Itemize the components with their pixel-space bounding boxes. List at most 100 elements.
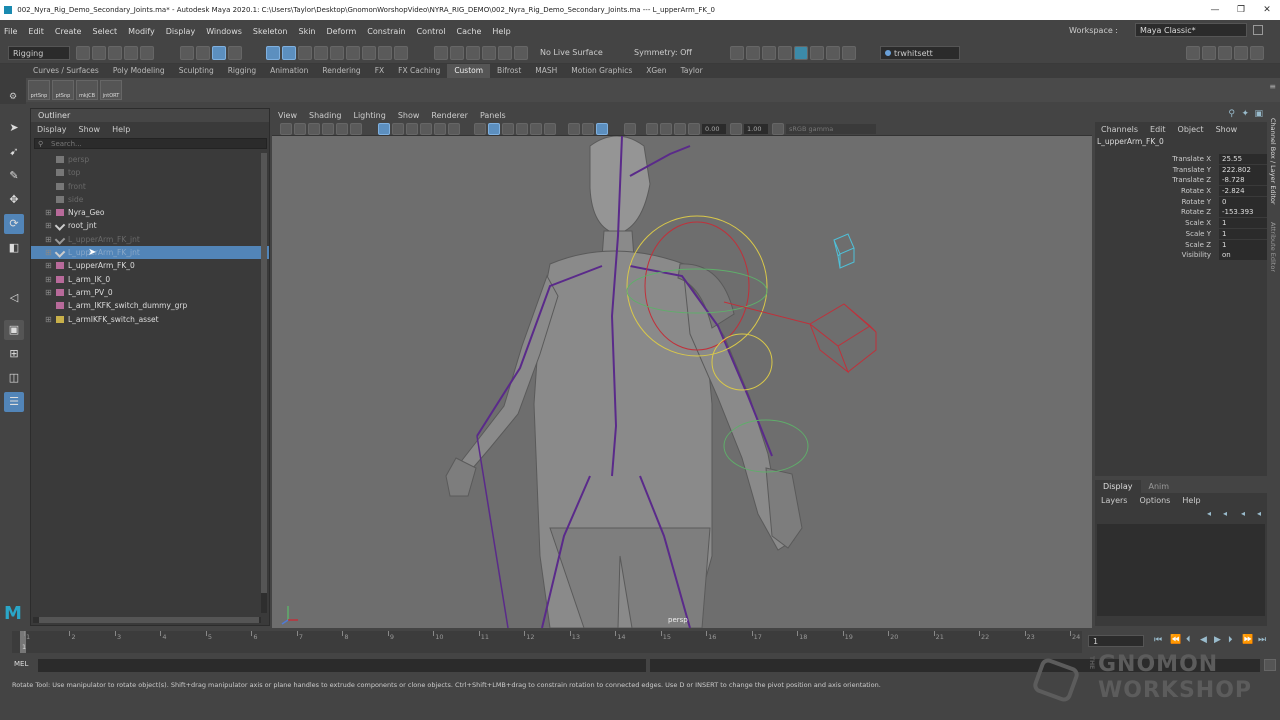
workspace-lock-icon[interactable]	[1253, 25, 1263, 35]
new-scene-icon[interactable]	[76, 46, 90, 60]
step-back-key-icon[interactable]: ⏪	[1170, 635, 1181, 645]
attr-row-rotate-x[interactable]: Rotate X -2.824	[1095, 186, 1267, 197]
attr-row-scale-x[interactable]: Scale X 1	[1095, 218, 1267, 229]
safe-action-icon[interactable]	[448, 123, 460, 135]
layer-menu-options[interactable]: Options	[1139, 496, 1170, 505]
outliner-menu-display[interactable]: Display	[37, 125, 67, 134]
outliner-row-root-jnt[interactable]: ⊞ root_jnt	[31, 219, 269, 232]
outliner-row-nyra-geo[interactable]: ⊞ Nyra_Geo	[31, 206, 269, 219]
side-tab-channel-box[interactable]: Channel Box / Layer Editor	[1269, 118, 1277, 205]
outliner-vertical-scrollbar[interactable]	[261, 153, 267, 613]
play-backward-icon[interactable]: ◀	[1200, 635, 1207, 645]
redo-icon[interactable]	[140, 46, 154, 60]
move-layer-up-icon[interactable]: ◂	[1207, 509, 1211, 518]
menu-display[interactable]: Display	[166, 27, 196, 36]
select-camera-icon[interactable]	[280, 123, 292, 135]
resolution-gate-icon[interactable]	[406, 123, 418, 135]
viewport-menu-show[interactable]: Show	[398, 111, 420, 120]
expand-icon[interactable]: ⊞	[45, 219, 52, 232]
attr-value[interactable]: 222.802	[1219, 164, 1267, 175]
shelf-tab-bifrost[interactable]: Bifrost	[490, 64, 528, 78]
outliner-menu-show[interactable]: Show	[79, 125, 101, 134]
outliner-row-upperarm-fk-0[interactable]: ⊞ L_upperArm_FK_0	[31, 259, 269, 272]
viewport-menu-renderer[interactable]: Renderer	[431, 111, 468, 120]
outliner-menu-help[interactable]: Help	[112, 125, 130, 134]
expand-icon[interactable]: ⊞	[45, 246, 52, 259]
viewport-menu-shading[interactable]: Shading	[309, 111, 342, 120]
grid-icon[interactable]	[378, 123, 390, 135]
step-forward-frame-icon[interactable]: ⏵	[1228, 635, 1233, 645]
lasso-tool-icon[interactable]: ➹	[4, 142, 24, 162]
shelf-tab-sculpting[interactable]: Sculpting	[172, 64, 221, 78]
paint-select-icon[interactable]: ✎	[4, 166, 24, 186]
xray-joints-icon[interactable]	[646, 123, 658, 135]
attr-row-visibility[interactable]: Visibility on	[1095, 250, 1267, 261]
viewport-menu-lighting[interactable]: Lighting	[353, 111, 385, 120]
2d-pan-zoom-icon[interactable]	[336, 123, 348, 135]
shelf-tab-xgen[interactable]: XGen	[639, 64, 673, 78]
symmetry-label[interactable]: Symmetry: Off	[634, 48, 692, 57]
step-back-frame-icon[interactable]: ⏴	[1186, 635, 1191, 645]
channelbox-search-icon[interactable]: ⚲	[1228, 109, 1235, 119]
bookmarks-icon[interactable]	[308, 123, 320, 135]
snap-curve-icon[interactable]	[450, 46, 464, 60]
colorspace-dropdown[interactable]: sRGB gamma	[786, 124, 876, 134]
channelbox-menu-object[interactable]: Object	[1178, 125, 1204, 134]
go-to-start-icon[interactable]: ⏮	[1154, 635, 1162, 645]
channelbox-menu-channels[interactable]: Channels	[1101, 125, 1138, 134]
minimize-button[interactable]: —	[1202, 0, 1228, 20]
viewport-menu-view[interactable]: View	[278, 111, 297, 120]
shelf-tab-mash[interactable]: MASH	[528, 64, 564, 78]
scrollbar-thumb[interactable]	[39, 617, 259, 623]
shelf-tab-rendering[interactable]: Rendering	[315, 64, 367, 78]
lights-icon[interactable]	[530, 123, 542, 135]
textured-icon[interactable]	[516, 123, 528, 135]
expand-icon[interactable]: ⊞	[45, 233, 52, 246]
outliner-row-front[interactable]: front	[31, 180, 269, 193]
shelf-button-jntort[interactable]: jntORT	[100, 80, 122, 100]
side-tab-attribute-editor[interactable]: Attribute Editor	[1269, 222, 1277, 272]
channelbox-menu-edit[interactable]: Edit	[1150, 125, 1166, 134]
attribute-editor-icon[interactable]	[1202, 46, 1216, 60]
shelf-gear-icon[interactable]: ⚙	[9, 92, 17, 102]
layer-menu-help[interactable]: Help	[1182, 496, 1200, 505]
attr-row-rotate-y[interactable]: Rotate Y 0	[1095, 196, 1267, 208]
outliner-row-switch-asset[interactable]: ⊞ L_armIKFK_switch_asset	[31, 313, 269, 326]
menu-file[interactable]: File	[4, 27, 17, 36]
layer-tab-anim[interactable]: Anim	[1141, 480, 1178, 493]
xray-icon[interactable]	[624, 123, 636, 135]
menu-modify[interactable]: Modify	[128, 27, 155, 36]
render-settings-icon[interactable]	[762, 46, 776, 60]
live-surface-icon[interactable]	[514, 46, 528, 60]
snap-surface-icon[interactable]	[498, 46, 512, 60]
tool-settings-icon[interactable]	[1218, 46, 1232, 60]
single-perspective-layout-icon[interactable]: ▣	[4, 320, 24, 340]
select-by-deform-icon[interactable]	[330, 46, 344, 60]
shelf-tab-motion-graphics[interactable]: Motion Graphics	[564, 64, 639, 78]
expand-icon[interactable]: ⊞	[45, 273, 52, 286]
color-management-icon[interactable]	[772, 123, 784, 135]
shelf-button-prtsnp[interactable]: prtSnp	[28, 80, 50, 100]
new-layer-icon[interactable]: ◂	[1241, 509, 1245, 518]
render-current-icon[interactable]	[730, 46, 744, 60]
attr-value[interactable]: 1	[1219, 218, 1267, 229]
ipr-render-icon[interactable]	[746, 46, 760, 60]
backface-culling-icon[interactable]	[674, 123, 686, 135]
undo-icon[interactable]	[124, 46, 138, 60]
image-plane-icon[interactable]	[322, 123, 334, 135]
script-editor-icon[interactable]	[1264, 659, 1276, 671]
menu-create[interactable]: Create	[55, 27, 82, 36]
outliner-row-arm-pv-0[interactable]: ⊞ L_arm_PV_0	[31, 286, 269, 299]
move-layer-down-icon[interactable]: ◂	[1223, 509, 1227, 518]
outliner-row-upperarm-fk-jnt-selected[interactable]: ⊞ L_upperArm_FK_jnt ➤	[31, 246, 269, 260]
outliner-tab[interactable]: Outliner	[31, 109, 269, 122]
attr-value[interactable]: 1	[1219, 228, 1267, 239]
channelbox-object-name[interactable]: L_upperArm_FK_0	[1095, 136, 1267, 148]
arnold-render-icon[interactable]	[794, 46, 808, 60]
shelf-tab-fx[interactable]: FX	[368, 64, 391, 78]
expand-icon[interactable]: ⊞	[45, 286, 52, 299]
select-by-other-icon[interactable]	[394, 46, 408, 60]
select-by-curve-icon[interactable]	[298, 46, 312, 60]
arnold-ipr-icon[interactable]	[826, 46, 840, 60]
scale-tool-icon[interactable]: ◧	[4, 238, 24, 258]
